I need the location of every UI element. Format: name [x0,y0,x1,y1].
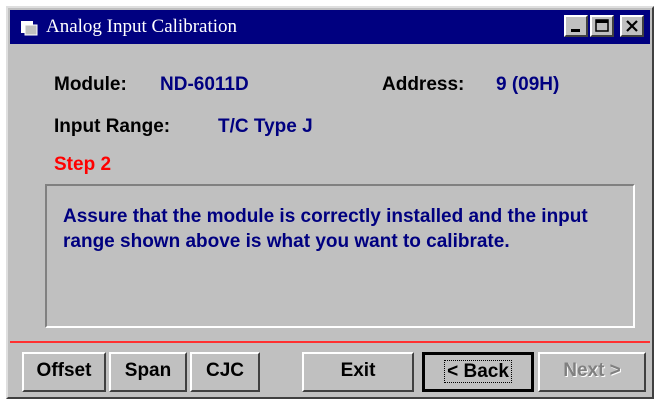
close-icon [626,20,638,32]
title-bar[interactable]: Analog Input Calibration [10,10,650,44]
input-range-value: T/C Type J [218,116,313,137]
module-value: ND-6011D [160,74,249,95]
exit-button[interactable]: Exit [302,352,414,392]
step-label: Step 2 [54,154,112,175]
offset-button[interactable]: Offset [22,352,106,392]
calibration-window: Analog Input Calibration Module: ND-6011… [6,6,654,399]
module-label: Module: [54,74,127,95]
address-label: Address: [382,74,465,95]
next-button: Next > [538,352,646,392]
app-icon[interactable] [20,18,38,36]
maximize-button[interactable] [590,15,614,37]
instruction-box: Assure that the module is correctly inst… [45,184,635,328]
minimize-icon [571,29,580,32]
input-range-label: Input Range: [54,116,171,137]
cjc-button[interactable]: CJC [190,352,260,392]
close-button[interactable] [620,15,644,37]
minimize-button[interactable] [564,15,588,37]
maximize-icon [595,19,609,32]
address-value: 9 (09H) [496,74,560,95]
span-button[interactable]: Span [109,352,187,392]
window-title: Analog Input Calibration [46,16,238,37]
back-button-label: < Back [444,360,512,383]
instruction-text: Assure that the module is correctly inst… [63,206,588,252]
separator-line [10,341,650,343]
back-button[interactable]: < Back [422,352,534,392]
